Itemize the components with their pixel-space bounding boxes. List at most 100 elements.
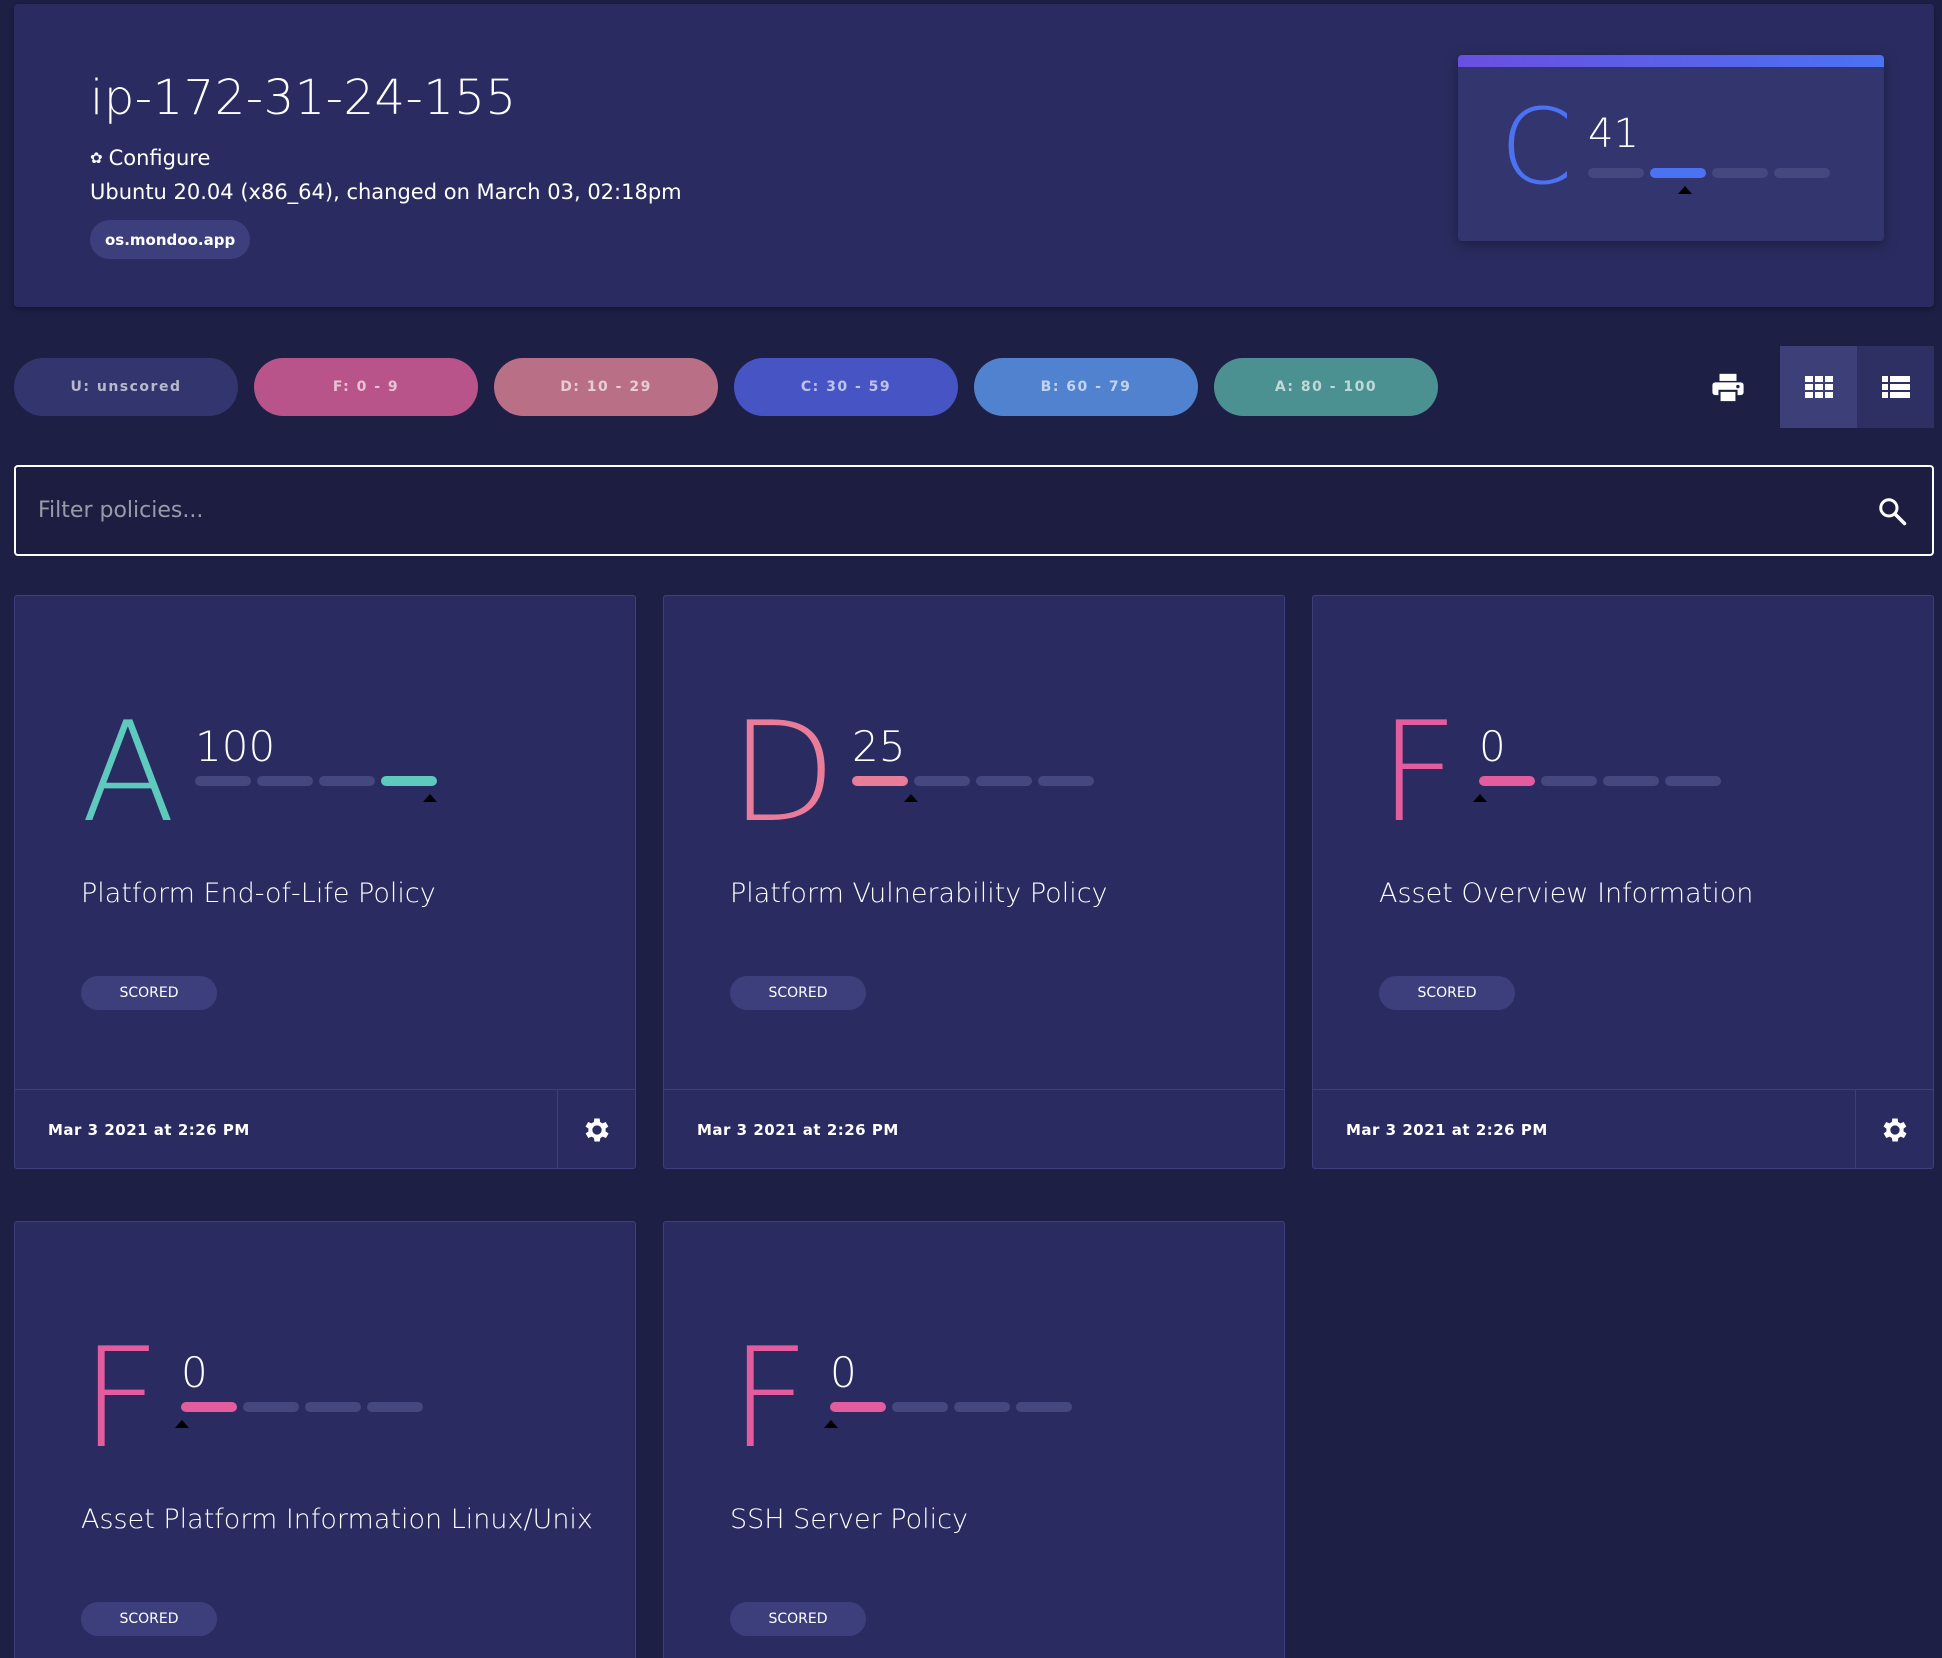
policy-date: Mar 3 2021 at 2:26 PM	[48, 1120, 250, 1139]
os-info: Ubuntu 20.04 (x86_64), changed on March …	[90, 180, 682, 204]
policy-score: 0	[1479, 722, 1506, 771]
search-input[interactable]	[16, 467, 1852, 554]
policy-score-bars	[824, 1402, 1072, 1428]
policy-date: Mar 3 2021 at 2:26 PM	[697, 1120, 899, 1139]
search-icon	[1879, 497, 1907, 525]
policy-grade: A	[81, 692, 176, 853]
score-bar-segment	[1712, 168, 1768, 178]
grid-view-icon	[1804, 376, 1833, 398]
policy-grade: D	[730, 692, 837, 853]
configure-label: Configure	[108, 146, 211, 170]
policy-settings-button[interactable]	[557, 1090, 635, 1169]
policy-grade: F	[1379, 692, 1459, 853]
policy-score: 25	[852, 722, 906, 771]
policy-title: SSH Server Policy	[730, 1504, 968, 1535]
policy-title: Asset Overview Information	[1379, 878, 1754, 909]
view-toggle	[1780, 346, 1934, 428]
score-bar-segment	[1016, 1402, 1072, 1412]
gear-icon	[1883, 1118, 1907, 1141]
score-bar-segment	[1650, 168, 1706, 178]
policy-search	[14, 465, 1934, 556]
policy-card[interactable]: F 0 Asset Platform Information Linux/Uni…	[14, 1221, 636, 1658]
score-bar-segment	[305, 1402, 361, 1412]
score-bar-segment	[319, 776, 375, 786]
score-bar-segment	[830, 1402, 886, 1412]
filter-grade-b[interactable]: B: 60 - 79	[974, 358, 1198, 416]
score-bar-segment	[181, 1402, 237, 1412]
policy-card-footer: Mar 3 2021 at 2:26 PM	[1313, 1089, 1933, 1169]
policy-score-bars	[175, 1402, 423, 1428]
asset-grade: C	[1500, 86, 1573, 208]
configure-link[interactable]: ✿ Configure	[90, 146, 210, 170]
policy-score-bars	[852, 776, 1094, 802]
policy-card[interactable]: A 100 Platform End-of-Life Policy SCORED…	[14, 595, 636, 1169]
score-bar-segment	[367, 1402, 423, 1412]
score-bar-segment	[1665, 776, 1721, 786]
list-view-icon	[1881, 376, 1910, 398]
filter-grade-d[interactable]: D: 10 - 29	[494, 358, 718, 416]
score-bar-segment	[954, 1402, 1010, 1412]
policy-score-bars	[195, 776, 437, 802]
policy-grade: F	[730, 1318, 810, 1479]
policy-card-footer: Mar 3 2021 at 2:26 PM	[15, 1089, 635, 1169]
policy-card-footer: Mar 3 2021 at 2:26 PM	[664, 1089, 1284, 1169]
score-marker	[824, 1420, 838, 1428]
score-bar-segment	[1603, 776, 1659, 786]
policy-date: Mar 3 2021 at 2:26 PM	[1346, 1120, 1548, 1139]
grid-view-button[interactable]	[1780, 346, 1857, 428]
space-chip[interactable]: os.mondoo.app	[90, 220, 251, 259]
print-button[interactable]	[1700, 364, 1756, 412]
scored-chip: SCORED	[1379, 976, 1515, 1010]
score-marker	[1678, 186, 1692, 194]
list-view-button[interactable]	[1857, 346, 1934, 428]
filter-unscored[interactable]: U: unscored	[14, 358, 238, 416]
policy-grade: F	[81, 1318, 161, 1479]
score-bar-segment	[381, 776, 437, 786]
filter-grade-c[interactable]: C: 30 - 59	[734, 358, 958, 416]
policy-score: 100	[195, 722, 276, 771]
policy-score: 0	[181, 1348, 208, 1397]
policy-title: Asset Platform Information Linux/Unix	[81, 1504, 593, 1535]
policy-card[interactable]: F 0 Asset Overview Information SCORED Ma…	[1312, 595, 1934, 1169]
scored-chip: SCORED	[81, 976, 217, 1010]
policy-score-bars	[1473, 776, 1721, 802]
policy-score: 0	[830, 1348, 857, 1397]
filter-grade-f[interactable]: F: 0 - 9	[254, 358, 478, 416]
score-marker	[1473, 794, 1487, 802]
policy-settings-button[interactable]	[1855, 1090, 1933, 1169]
printer-icon	[1712, 373, 1744, 404]
score-bar-segment	[914, 776, 970, 786]
asset-score-bars	[1588, 168, 1830, 194]
score-marker	[904, 794, 918, 802]
score-card-accent	[1458, 55, 1884, 67]
score-bar-segment	[1479, 776, 1535, 786]
score-bar-segment	[1038, 776, 1094, 786]
score-bar-segment	[976, 776, 1032, 786]
score-bar-segment	[257, 776, 313, 786]
score-bar-segment	[243, 1402, 299, 1412]
score-bar-segment	[1774, 168, 1830, 178]
asset-score: 41	[1588, 111, 1639, 157]
score-bar-segment	[1541, 776, 1597, 786]
asset-policies-page: ip-172-31-24-155 ✿ Configure Ubuntu 20.0…	[0, 0, 1942, 1658]
search-button[interactable]	[1852, 467, 1932, 554]
asset-header: ip-172-31-24-155 ✿ Configure Ubuntu 20.0…	[14, 4, 1934, 307]
score-marker	[423, 794, 437, 802]
filter-grade-a[interactable]: A: 80 - 100	[1214, 358, 1438, 416]
policy-card[interactable]: D 25 Platform Vulnerability Policy SCORE…	[663, 595, 1285, 1169]
asset-score-card: C 41	[1458, 55, 1884, 241]
grade-filters: U: unscored F: 0 - 9 D: 10 - 29 C: 30 - …	[14, 358, 1438, 416]
policy-card[interactable]: F 0 SSH Server Policy SCORED	[663, 1221, 1285, 1658]
score-bar-segment	[1588, 168, 1644, 178]
gear-icon: ✿	[90, 149, 103, 167]
policy-title: Platform Vulnerability Policy	[730, 878, 1108, 909]
score-marker	[175, 1420, 189, 1428]
score-bar-segment	[195, 776, 251, 786]
scored-chip: SCORED	[730, 976, 866, 1010]
policy-title: Platform End-of-Life Policy	[81, 878, 436, 909]
gear-icon	[585, 1118, 609, 1141]
score-bar-segment	[852, 776, 908, 786]
asset-title: ip-172-31-24-155	[90, 70, 517, 126]
score-bar-segment	[892, 1402, 948, 1412]
scored-chip: SCORED	[730, 1602, 866, 1636]
